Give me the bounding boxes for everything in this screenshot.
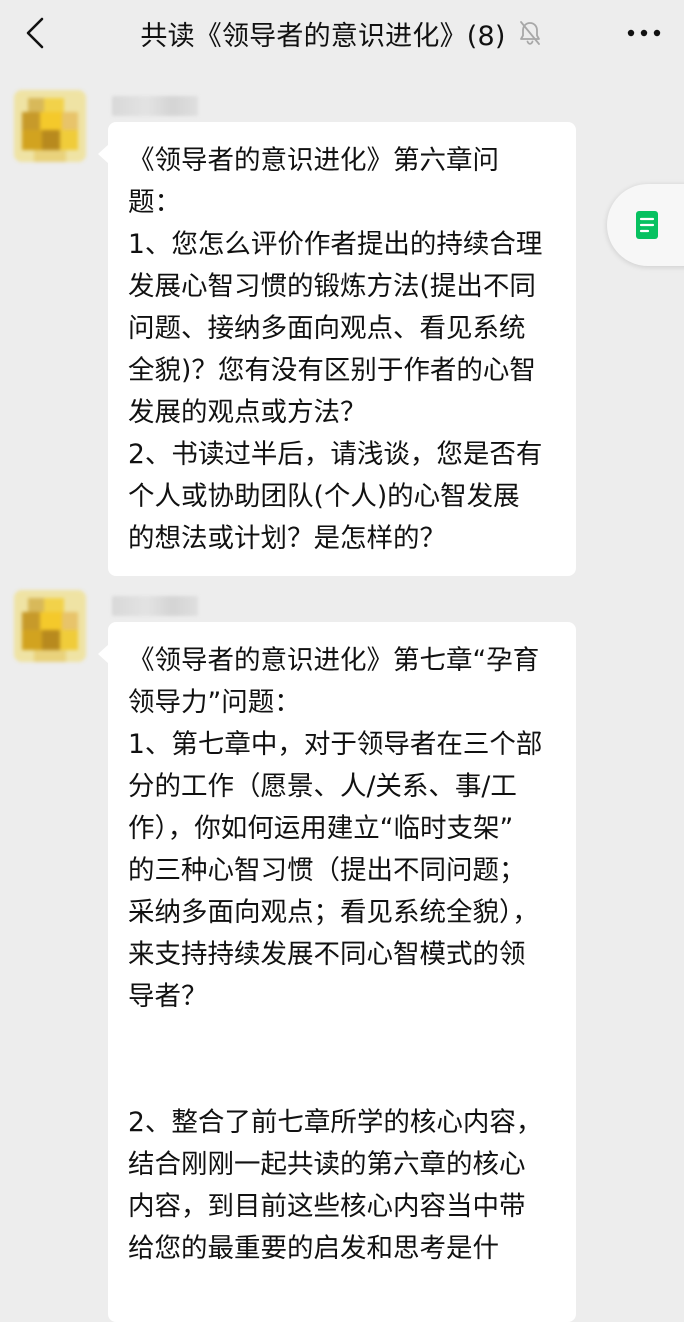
message-line: 的三种心智习惯（提出不同问题； [128,855,526,886]
message-line: 问题、接纳多面向观点、看见系统 [128,313,526,344]
ellipsis-icon [627,29,661,37]
message-line: 给您的最重要的启发和思考是什 [128,1233,499,1264]
back-button[interactable] [18,14,52,52]
message-line: 领导力”问题： [128,687,301,718]
message-line: 的想法或计划？是怎样的？ [128,523,446,554]
message-line: 2、书读过半后，请浅谈，您是否有 [128,439,543,470]
message-line: 来支持持续发展不同心智模式的领 [128,939,526,970]
sender-name-blurred [112,96,198,116]
more-button[interactable] [622,14,666,52]
message-line: 作），你如何运用建立“临时支架” [128,813,514,844]
message-line: 2、整合了前七章所学的核心内容， [128,1107,543,1138]
message-line: 结合刚刚一起共读的第六章的核心 [128,1149,526,1180]
avatar[interactable] [14,90,86,162]
message-bubble[interactable]: 《领导者的意识进化》第六章问 题： 1、您怎么评价作者提出的持续合理 发展心智习… [98,122,576,576]
bell-muted-icon [518,20,544,46]
chat-title: 共读《领导者的意识进化》(8) [140,20,506,52]
message-line: 导者？ [128,981,208,1012]
message-line: 个人或协助团队(个人)的心智发展 [128,481,520,512]
avatar[interactable] [14,590,86,662]
message-line: 《领导者的意识进化》第七章“孕育 [128,645,540,676]
message-line: 题： [128,187,181,218]
message-line: 《领导者的意识进化》第六章问 [128,145,499,176]
chat-header: 共读《领导者的意识进化》(8) [0,0,684,66]
message-line: 采纳多面向观点；看见系统全貌）， [128,897,539,928]
message-line: 发展心智习惯的锻炼方法(提出不同 [128,271,536,302]
document-icon [636,211,658,239]
message-line: 1、第七章中，对于领导者在三个部 [128,729,543,760]
message-line: 发展的观点或方法？ [128,397,367,428]
chevron-left-icon [26,17,44,49]
message-line: 1、您怎么评价作者提出的持续合理 [128,229,543,260]
sender-name-blurred [112,596,198,616]
message-line: 分的工作（愿景、人/关系、事/工 [128,771,517,802]
message-line: 全貌)？您有没有区别于作者的心智 [128,355,536,386]
message-line: 内容，到目前这些核心内容当中带 [128,1191,526,1222]
message-bubble[interactable]: 《领导者的意识进化》第七章“孕育 领导力”问题： 1、第七章中，对于领导者在三个… [98,622,576,1322]
floating-document-button[interactable] [607,184,684,266]
